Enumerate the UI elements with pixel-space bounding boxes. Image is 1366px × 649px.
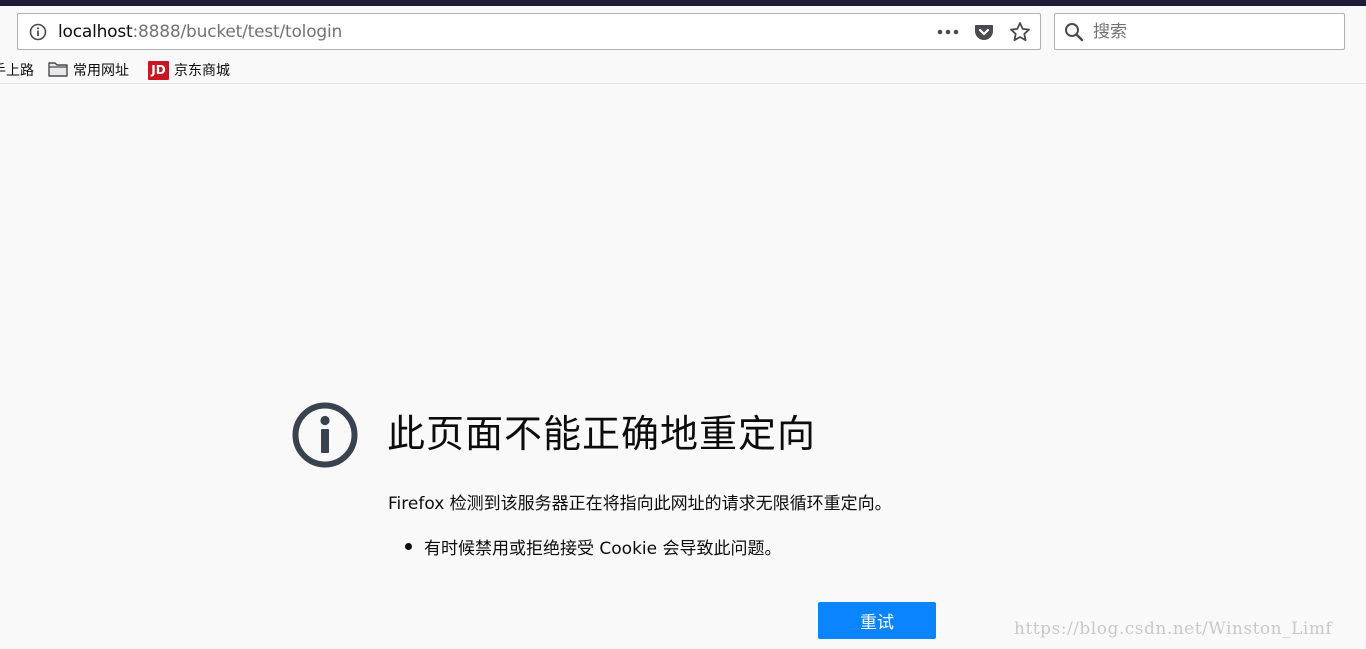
bullet-dot (405, 543, 412, 550)
bookmark-getting-started[interactable]: 手上路 (0, 59, 34, 81)
bookmark-label: 京东商城 (174, 63, 230, 79)
search-icon[interactable] (1055, 14, 1093, 49)
search-input[interactable] (1093, 21, 1333, 42)
site-info-icon[interactable] (18, 14, 58, 49)
bookmark-label: 手上路 (0, 63, 34, 79)
error-title: 此页面不能正确地重定向 (387, 412, 817, 456)
navigation-toolbar: localhost:8888/bucket/test/tologin (0, 6, 1366, 56)
ellipsis-icon[interactable] (934, 18, 962, 46)
url-bar[interactable]: localhost:8888/bucket/test/tologin (17, 13, 1041, 50)
error-info-icon (291, 401, 359, 469)
url-path: :8888/bucket/test/tologin (132, 21, 343, 42)
bookmark-folder-common-sites[interactable]: 常用网址 (48, 59, 129, 81)
url-text[interactable]: localhost:8888/bucket/test/tologin (58, 22, 342, 42)
bookmark-label: 常用网址 (73, 63, 129, 79)
bookmarks-toolbar: 手上路 常用网址 JD 京东商城 (0, 56, 1366, 84)
search-bar[interactable] (1054, 13, 1345, 50)
error-page: 此页面不能正确地重定向 Firefox 检测到该服务器正在将指向此网址的请求无限… (0, 85, 1366, 649)
url-host: localhost (58, 21, 133, 42)
folder-icon (48, 60, 68, 81)
jd-logo-icon: JD (148, 60, 169, 80)
error-hint-text: 有时候禁用或拒绝接受 Cookie 会导致此问题。 (424, 539, 782, 559)
url-actions (934, 14, 1034, 49)
error-description: Firefox 检测到该服务器正在将指向此网址的请求无限循环重定向。 (388, 494, 892, 514)
watermark: https://blog.csdn.net/Winston_Limf (1014, 619, 1333, 639)
bookmark-jd-mall[interactable]: JD 京东商城 (148, 59, 230, 81)
retry-button[interactable]: 重试 (818, 602, 936, 639)
pocket-icon[interactable] (970, 18, 998, 46)
error-hint-item: 有时候禁用或拒绝接受 Cookie 会导致此问题。 (405, 534, 782, 559)
star-icon[interactable] (1006, 18, 1034, 46)
